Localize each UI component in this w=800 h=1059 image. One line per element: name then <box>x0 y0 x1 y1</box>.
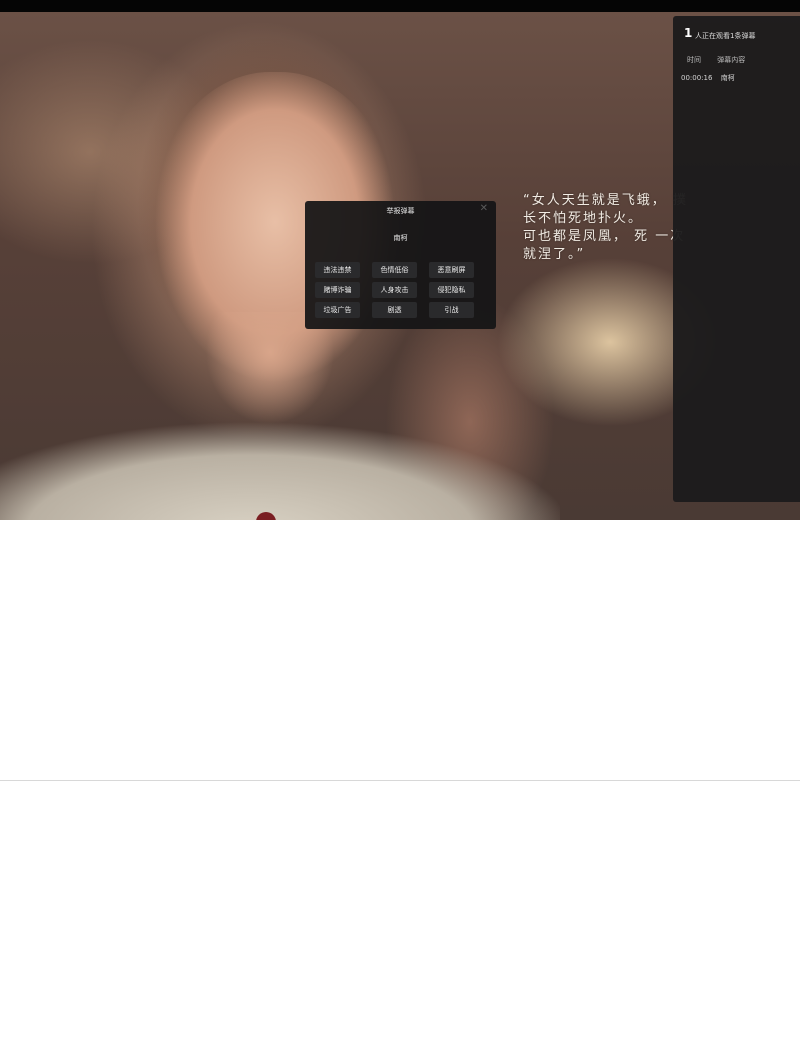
danmaku-list-header: 时间 弹幕内容 <box>687 55 759 65</box>
report-danmaku-dialog: 举报弹幕 ✕ 南柯 违法违禁 色情低俗 恶意刷屏 赌博诈骗 人身攻击 侵犯隐私 … <box>305 201 496 329</box>
reason-button-gambling-fraud[interactable]: 赌博诈骗 <box>315 282 360 298</box>
reason-button-spoiler[interactable]: 剧透 <box>372 302 417 318</box>
reason-button-flame[interactable]: 引战 <box>429 302 474 318</box>
reason-button-spam[interactable]: 恶意刷屏 <box>429 262 474 278</box>
danmaku-list-row[interactable]: 00:00:16 南柯 <box>681 73 741 83</box>
reason-button-privacy[interactable]: 侵犯隐私 <box>429 282 474 298</box>
top-bar <box>0 0 800 12</box>
reason-button-pornographic[interactable]: 色情低俗 <box>372 262 417 278</box>
dialog-title: 举报弹幕 <box>386 207 415 215</box>
video-scene-shirt <box>0 422 560 520</box>
reason-button-ads[interactable]: 垃圾广告 <box>315 302 360 318</box>
danmaku-list-panel: 1 人正在观看1条弹幕 时间 弹幕内容 00:00:16 南柯 <box>673 16 800 502</box>
danmaku-content: 南柯 <box>720 74 735 82</box>
reason-button-illegal[interactable]: 违法违禁 <box>315 262 360 278</box>
page-divider <box>0 780 800 781</box>
danmaku-time: 00:00:16 <box>681 74 713 82</box>
viewer-text: 人正在观看1条弹幕 <box>695 32 756 40</box>
column-time: 时间 <box>687 56 701 64</box>
reason-button-personal-attack[interactable]: 人身攻击 <box>372 282 417 298</box>
close-icon[interactable]: ✕ <box>480 203 488 214</box>
reported-username: 南柯 <box>393 234 408 242</box>
column-content: 弹幕内容 <box>717 56 746 64</box>
viewer-count: 1 <box>684 26 693 40</box>
